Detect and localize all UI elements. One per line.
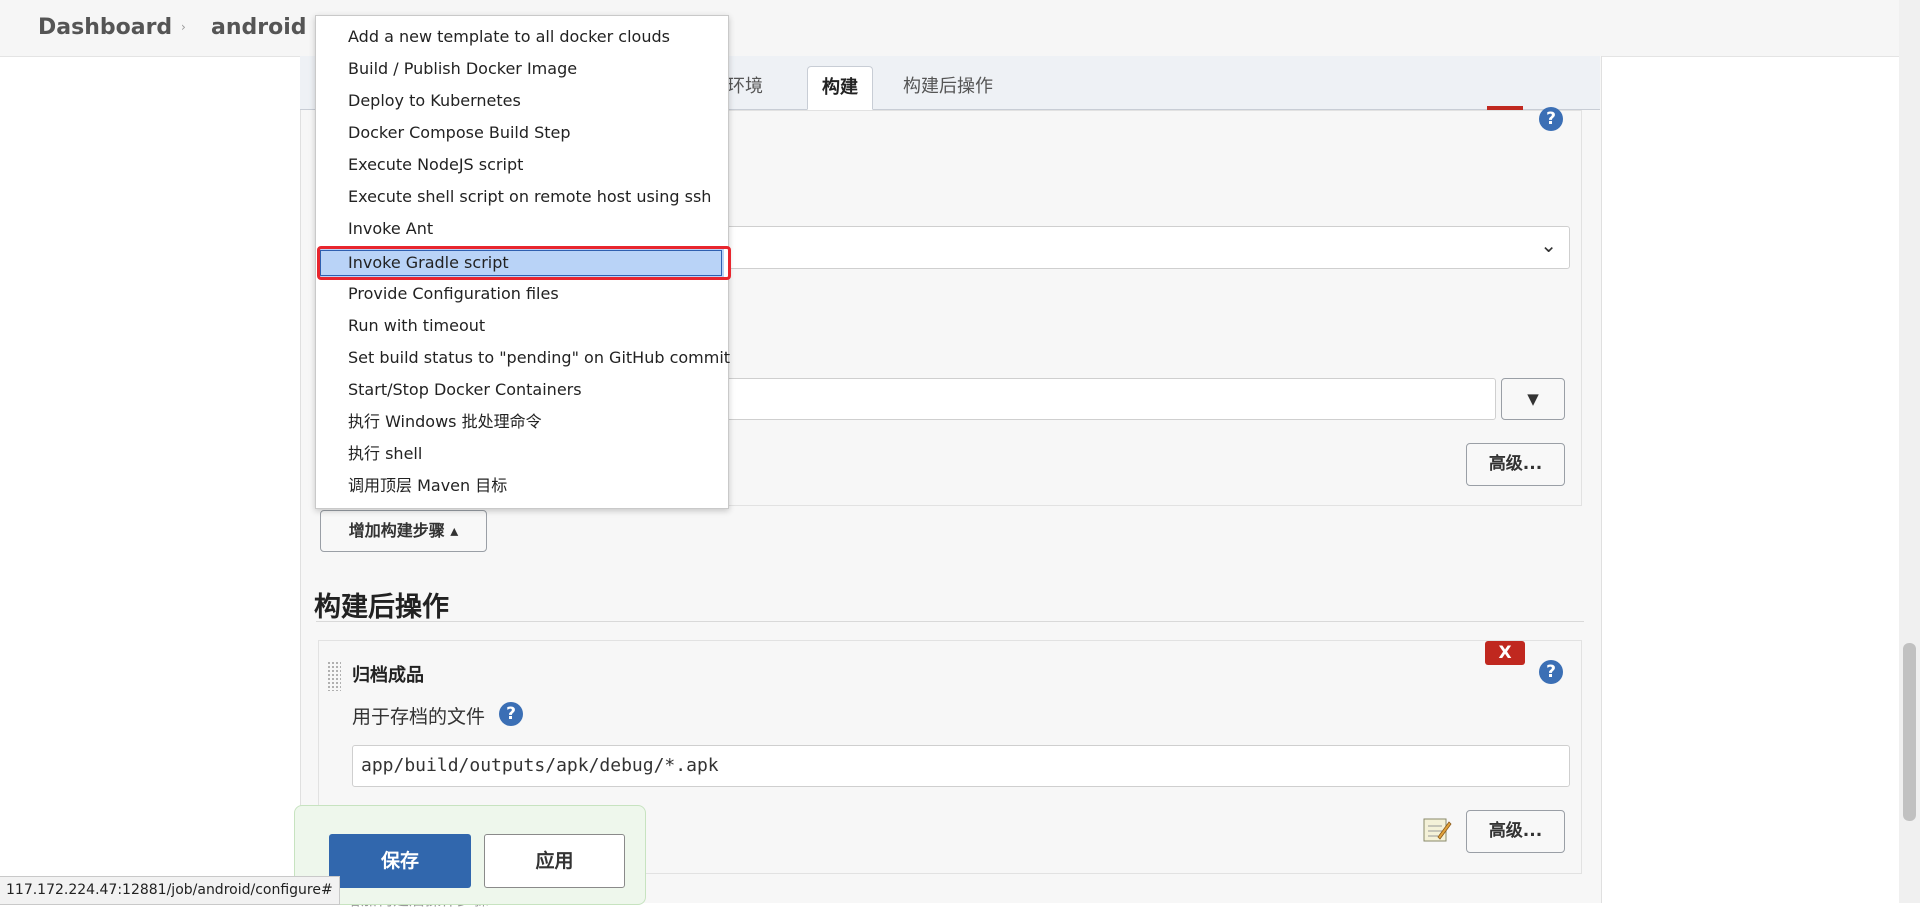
menu-item[interactable]: Execute shell script on remote host usin… [318,182,724,212]
menu-item[interactable]: 执行 Windows 批处理命令 [318,407,724,437]
files-label: 用于存档的文件 [352,706,486,728]
post-build-heading: 构建后操作 [314,592,449,623]
scrollbar-thumb[interactable] [1903,643,1916,821]
menu-item[interactable]: 执行 shell [318,439,724,469]
notepad-icon[interactable] [1422,816,1452,844]
breadcrumb-separator-icon: › [181,20,186,34]
artifacts-input[interactable]: app/build/outputs/apk/debug/*.apk [352,745,1570,787]
advanced-button-archive[interactable]: 高级... [1466,810,1565,853]
breadcrumb-project[interactable]: android [211,15,307,40]
menu-item[interactable]: Docker Compose Build Step [318,118,724,148]
tasks-input[interactable] [700,378,1496,420]
advanced-button-build[interactable]: 高级... [1466,443,1565,486]
menu-item[interactable]: Add a new template to all docker clouds [318,22,724,52]
drag-handle-icon[interactable] [327,661,341,691]
menu-item[interactable]: Run with timeout [318,311,724,341]
menu-item[interactable]: Deploy to Kubernetes [318,86,724,116]
menu-item[interactable]: Invoke Ant [318,214,724,244]
save-button[interactable]: 保存 [329,834,471,888]
apply-button[interactable]: 应用 [484,834,625,888]
delete-archive-button[interactable]: X [1485,641,1525,665]
expand-tasks-button[interactable]: ▼ [1501,378,1565,420]
delete-step-button-edge[interactable] [1487,106,1523,110]
archive-title: 归档成品 [352,665,424,686]
chevron-down-icon: ⌄ [1540,233,1557,257]
menu-item[interactable]: Set build status to "pending" on GitHub … [318,343,730,373]
breadcrumb: Dashboard › android [0,0,1920,57]
help-icon[interactable]: ? [1539,660,1563,684]
menu-item[interactable]: 调用顶层 Maven 目标 [318,471,724,501]
gradle-version-select[interactable]: ⌄ [700,226,1570,269]
help-icon[interactable]: ? [499,702,523,726]
tab-post-build[interactable]: 构建后操作 [889,66,1007,108]
breadcrumb-dashboard[interactable]: Dashboard [38,15,172,40]
help-icon[interactable]: ? [1539,107,1563,131]
status-bar-url: 117.172.224.47:12881/job/android/configu… [0,876,340,905]
section-divider [316,621,1584,622]
menu-item[interactable]: Build / Publish Docker Image [318,54,724,84]
menu-item[interactable]: Provide Configuration files [318,279,724,309]
tab-build[interactable]: 构建 [807,66,873,110]
add-build-step-button[interactable]: 增加构建步骤 ▴ [320,510,487,552]
selection-highlight [317,246,731,280]
menu-item[interactable]: Execute NodeJS script [318,150,724,180]
menu-item[interactable]: Start/Stop Docker Containers [318,375,724,405]
